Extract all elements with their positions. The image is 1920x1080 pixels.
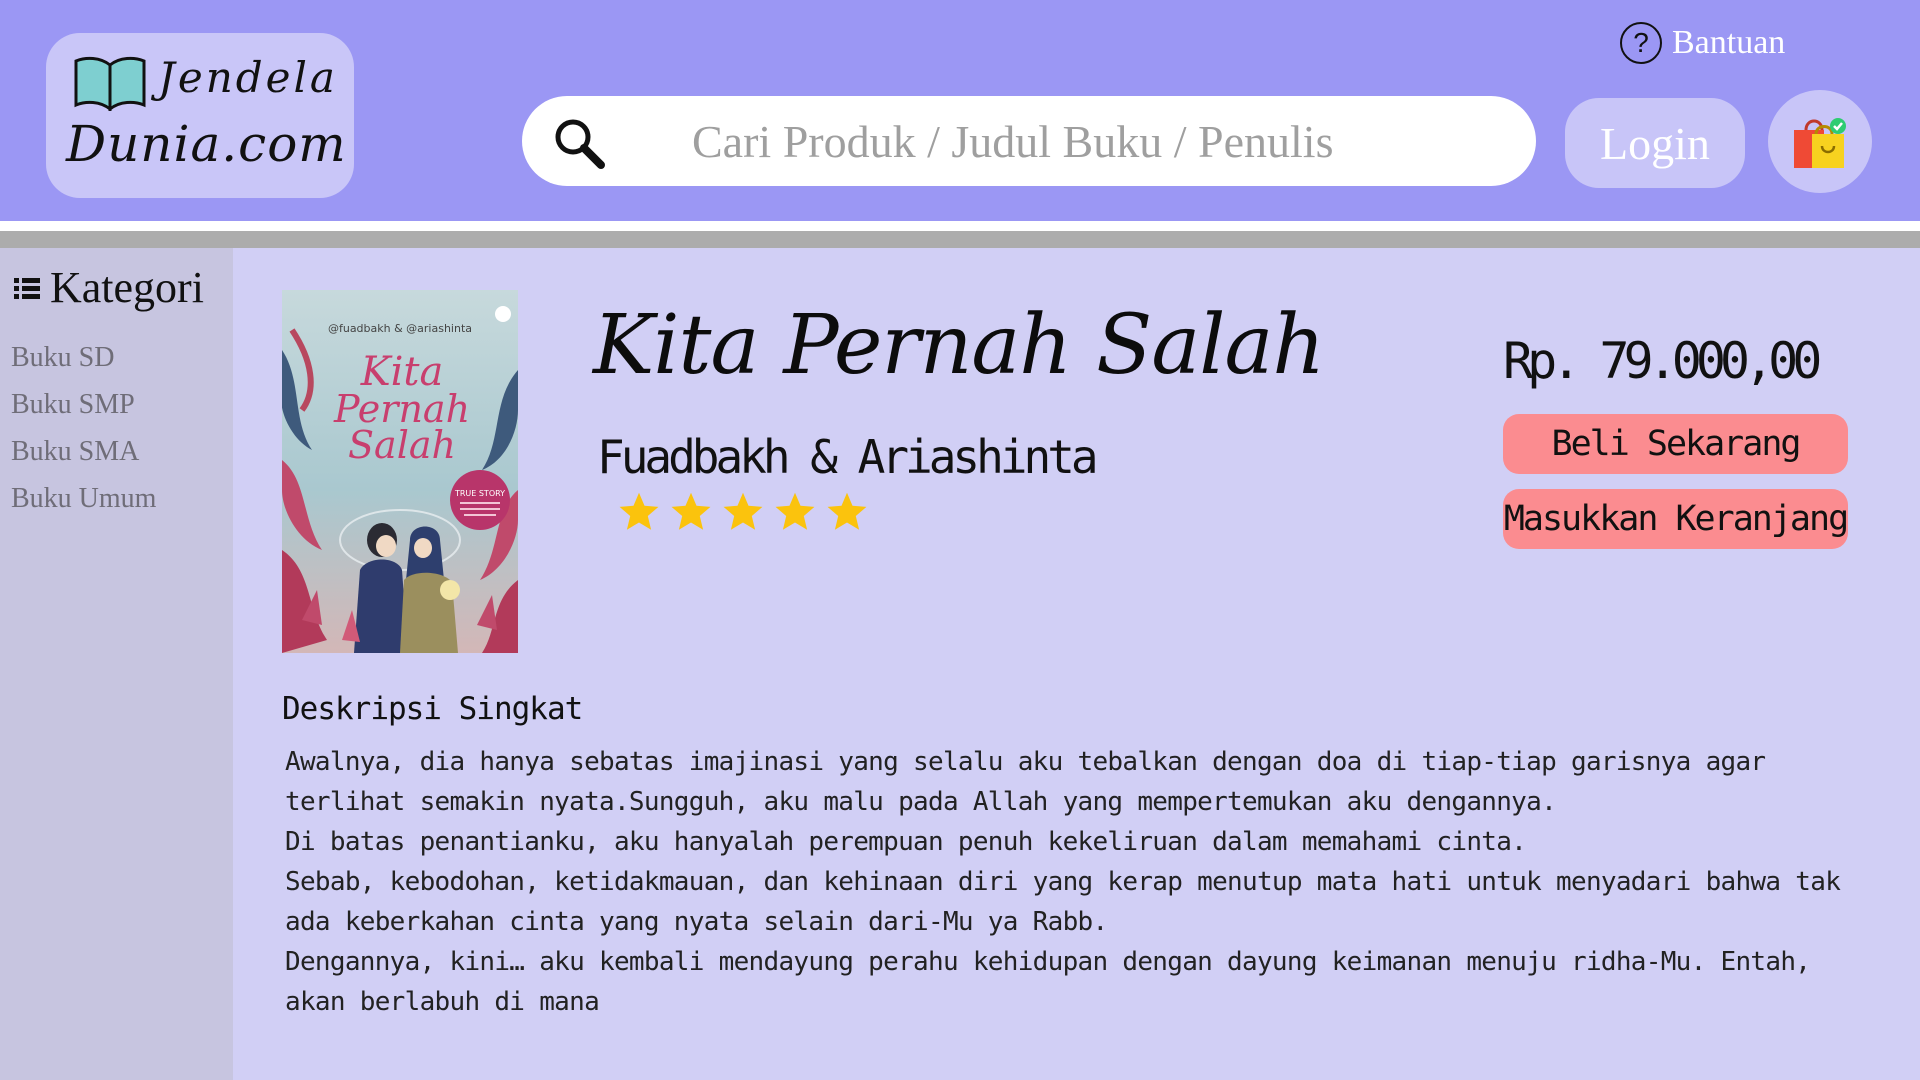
list-icon (14, 277, 40, 299)
book-cover-art: @fuadbakh & @ariashinta Kita Pernah Sala… (282, 290, 518, 653)
category-sidebar: Kategori Buku SD Buku SMP Buku SMA Buku … (0, 248, 233, 1080)
header-divider (0, 231, 1920, 248)
product-detail: @fuadbakh & @ariashinta Kita Pernah Sala… (233, 248, 1920, 1080)
category-item-buku-smp[interactable]: Buku SMP (11, 381, 156, 428)
star-icon (775, 492, 815, 530)
description-body: Awalnya, dia hanya sebatas imajinasi yan… (285, 742, 1855, 1022)
cover-title-line3: Salah (348, 423, 456, 467)
description-paragraph: Sebab, kebodohan, ketidakmauan, dan kehi… (285, 867, 1841, 937)
help-label: Bantuan (1672, 24, 1786, 61)
product-price: Rp. 79.000,00 (1503, 332, 1822, 390)
description-paragraph: Dengannya, kini… aku kembali mendayung p… (285, 947, 1811, 1017)
book-cover-image: @fuadbakh & @ariashinta Kita Pernah Sala… (282, 290, 518, 653)
star-icon (827, 492, 867, 530)
site-header: Jendela Dunia.com ? Bantuan Login (0, 0, 1920, 221)
search-bar[interactable] (522, 96, 1536, 186)
add-to-cart-button[interactable]: Masukkan Keranjang (1503, 489, 1849, 549)
star-icon (723, 492, 763, 530)
search-icon[interactable] (552, 116, 606, 170)
star-icon (671, 492, 711, 530)
description-title: Deskripsi Singkat (282, 691, 583, 727)
search-input[interactable] (692, 106, 1492, 176)
book-author: Fuadbakh & Ariashinta (597, 430, 1099, 484)
category-list: Buku SD Buku SMP Buku SMA Buku Umum (11, 334, 156, 522)
category-title: Kategori (50, 263, 204, 312)
question-circle-icon: ? (1620, 22, 1662, 64)
help-link[interactable]: ? Bantuan (1620, 22, 1785, 64)
site-logo[interactable]: Jendela Dunia.com (46, 33, 354, 198)
logo-text-line2: Dunia.com (66, 115, 347, 173)
login-button[interactable]: Login (1565, 98, 1745, 188)
star-icon (619, 492, 659, 530)
description-paragraph: Awalnya, dia hanya sebatas imajinasi yan… (285, 747, 1766, 817)
logo-text-line1: Jendela (158, 53, 338, 102)
open-book-icon (74, 56, 146, 111)
cover-badge: TRUE STORY (454, 489, 505, 498)
category-item-buku-umum[interactable]: Buku Umum (11, 475, 156, 522)
rating-stars (617, 490, 869, 534)
category-item-buku-sma[interactable]: Buku SMA (11, 428, 156, 475)
description-paragraph: Di batas penantianku, aku hanyalah perem… (285, 827, 1527, 857)
cover-authors: @fuadbakh & @ariashinta (328, 322, 472, 335)
book-title: Kita Pernah Salah (593, 298, 1325, 393)
cart-button[interactable] (1768, 90, 1872, 193)
category-heading: Kategori (14, 262, 204, 313)
shopping-bag-icon (1794, 117, 1846, 168)
buy-now-button[interactable]: Beli Sekarang (1503, 414, 1848, 474)
category-item-buku-sd[interactable]: Buku SD (11, 334, 156, 381)
